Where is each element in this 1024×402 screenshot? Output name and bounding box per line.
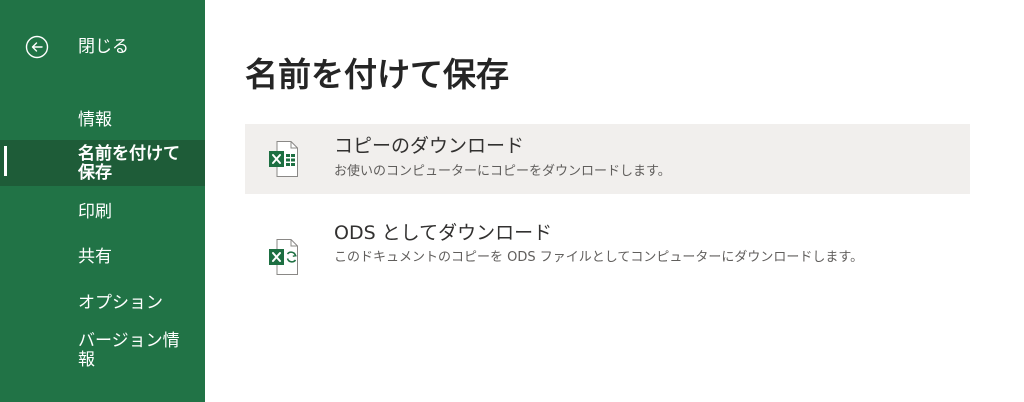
sidebar-item-about[interactable]: バージョン情報: [0, 329, 205, 373]
option-description: お使いのコンピューターにコピーをダウンロードします。: [334, 164, 671, 179]
sidebar-item-print[interactable]: 印刷: [0, 200, 205, 226]
sidebar-item-label: バージョン情報: [78, 331, 180, 370]
download-copy-option[interactable]: コピーのダウンロード お使いのコンピューターにコピーをダウンロードします。: [245, 124, 970, 194]
excel-ods-icon: [269, 239, 298, 275]
page-title: 名前を付けて保存: [245, 55, 509, 94]
sidebar-item-label: 共有: [78, 247, 112, 267]
backstage-view: 閉じる 情報 名前を付けて保存 印刷 共有 オプション バージョン情報 名前を付…: [0, 0, 1024, 402]
main-content: 名前を付けて保存 コピーのダウンロード お使いのコンピューターにコピーをダウンロ…: [205, 0, 1024, 402]
option-title: コピーのダウンロード: [334, 135, 525, 157]
sidebar-item-label: 印刷: [78, 202, 112, 222]
sidebar-item-label: 名前を付けて保存: [78, 144, 180, 183]
sidebar-item-options[interactable]: オプション: [0, 291, 205, 317]
backstage-sidebar: 閉じる 情報 名前を付けて保存 印刷 共有 オプション バージョン情報: [0, 0, 205, 402]
excel-xlsx-icon: [269, 141, 298, 177]
close-label: 閉じる: [78, 37, 129, 57]
sidebar-item-save-as[interactable]: 名前を付けて保存: [0, 140, 205, 186]
back-arrow-icon: [25, 35, 49, 59]
sidebar-item-label: 情報: [78, 110, 112, 130]
close-button[interactable]: 閉じる: [0, 24, 205, 70]
sidebar-item-info[interactable]: 情報: [0, 108, 205, 134]
option-description: このドキュメントのコピーを ODS ファイルとしてコンピューターにダウンロードし…: [334, 250, 864, 265]
selected-indicator: [4, 146, 7, 176]
download-ods-option[interactable]: ODS としてダウンロード このドキュメントのコピーを ODS ファイルとしてコ…: [245, 214, 970, 300]
sidebar-item-label: オプション: [78, 293, 163, 313]
option-title: ODS としてダウンロード: [334, 222, 553, 244]
sidebar-item-share[interactable]: 共有: [0, 245, 205, 271]
